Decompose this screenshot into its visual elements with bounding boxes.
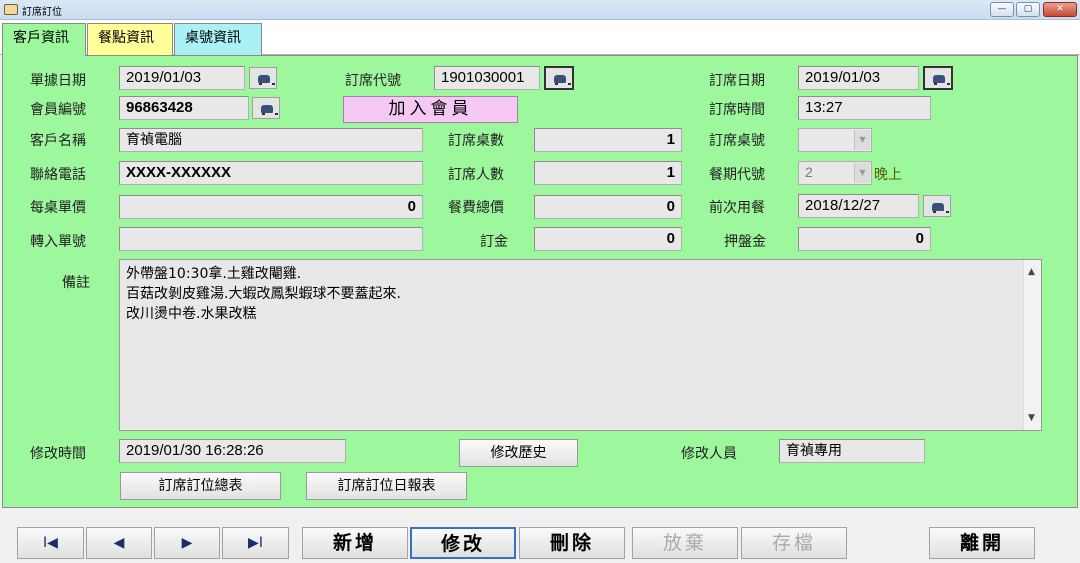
car-icon [933, 75, 950, 85]
first-icon: I◀ [43, 535, 58, 551]
exit-button[interactable]: 離開 [929, 527, 1035, 559]
minimize-button[interactable]: — [990, 2, 1014, 17]
join-member-button[interactable]: 加入會員 [343, 96, 518, 123]
deposit-field[interactable]: 0 [534, 227, 682, 251]
booking-time-label: 訂席時間 [709, 102, 765, 118]
memo-textarea[interactable]: 外帶盤10:30拿.土雞改閹雞. 百菇改剝皮雞湯.大蝦改鳳梨蝦球不要蓋起來. 改… [119, 259, 1042, 431]
table-no-label: 訂席桌號 [709, 133, 765, 149]
app-icon [4, 4, 18, 15]
save-button[interactable]: 存檔 [741, 527, 847, 559]
table-price-field[interactable]: 0 [119, 195, 423, 219]
meal-period-label: 餐期代號 [709, 167, 765, 183]
booking-date-label: 訂席日期 [709, 73, 765, 89]
booking-summary-button[interactable]: 訂席訂位總表 [120, 472, 281, 500]
prev-icon: ◀ [113, 535, 125, 551]
modified-by-field: 育禎專用 [779, 439, 925, 463]
chevron-down-icon[interactable]: ▼ [854, 130, 870, 150]
modified-by-label: 修改人員 [681, 446, 737, 462]
abandon-button[interactable]: 放棄 [632, 527, 738, 559]
tab-customer-info[interactable]: 客戶資訊 [2, 23, 86, 56]
booking-code-field[interactable]: 1901030001 [434, 66, 540, 90]
bottom-toolbar: I◀ ◀ ▶ ▶I 新增 修改 刪除 放棄 存檔 離開 [0, 508, 1080, 563]
booking-date-field[interactable]: 2019/01/03 [798, 66, 919, 90]
table-count-label: 訂席桌數 [448, 133, 504, 149]
daily-report-button[interactable]: 訂席訂位日報表 [306, 472, 467, 500]
booking-code-label: 訂席代號 [345, 73, 401, 89]
plate-deposit-field[interactable]: 0 [798, 227, 931, 251]
history-button[interactable]: 修改歷史 [459, 439, 578, 467]
doc-date-picker-button[interactable] [249, 67, 277, 89]
add-button[interactable]: 新增 [302, 527, 408, 559]
close-button[interactable]: ✕ [1043, 2, 1077, 17]
chevron-down-icon[interactable]: ▼ [854, 163, 870, 183]
customer-name-field[interactable]: 育禎電腦 [119, 128, 423, 152]
last-meal-picker-button[interactable] [923, 195, 951, 217]
modified-time-field: 2019/01/30 16:28:26 [119, 439, 346, 463]
meal-total-label: 餐費總價 [448, 200, 504, 216]
car-icon [554, 75, 571, 85]
next-record-button[interactable]: ▶ [154, 527, 220, 559]
meal-period-name: 晚上 [874, 167, 902, 183]
phone-label: 聯絡電話 [30, 167, 86, 183]
meal-total-field[interactable]: 0 [534, 195, 682, 219]
memo-scrollbar[interactable]: ▲ ▼ [1023, 260, 1041, 430]
guest-count-field[interactable]: 1 [534, 161, 682, 185]
table-count-field[interactable]: 1 [534, 128, 682, 152]
table-price-label: 每桌單價 [30, 200, 86, 216]
last-record-button[interactable]: ▶I [222, 527, 289, 559]
deposit-label: 訂金 [480, 234, 508, 250]
memo-line: 改川燙中卷.水果改糕 [126, 306, 257, 322]
transfer-no-label: 轉入單號 [30, 234, 86, 250]
doc-date-label: 單據日期 [30, 73, 86, 89]
memo-line: 百菇改剝皮雞湯.大蝦改鳳梨蝦球不要蓋起來. [126, 286, 401, 302]
tab-strip: 客戶資訊 餐點資訊 桌號資訊 [0, 20, 1080, 56]
phone-field[interactable]: XXXX-XXXXXX [119, 161, 423, 185]
maximize-button[interactable]: ▢ [1016, 2, 1040, 17]
plate-deposit-label: 押盤金 [724, 234, 766, 250]
delete-button[interactable]: 刪除 [519, 527, 625, 559]
prev-record-button[interactable]: ◀ [86, 527, 152, 559]
doc-date-field[interactable]: 2019/01/03 [119, 66, 245, 90]
memo-line: 外帶盤10:30拿.土雞改閹雞. [126, 266, 302, 282]
edit-button[interactable]: 修改 [410, 527, 516, 559]
customer-name-label: 客戶名稱 [30, 133, 86, 149]
last-meal-label: 前次用餐 [709, 200, 765, 216]
next-icon: ▶ [181, 535, 193, 551]
car-icon [932, 203, 949, 213]
first-record-button[interactable]: I◀ [17, 527, 84, 559]
car-icon [258, 75, 275, 85]
meal-period-value: 2 [805, 164, 813, 180]
tab-meal-info[interactable]: 餐點資訊 [87, 23, 173, 55]
booking-time-field[interactable]: 13:27 [798, 96, 931, 120]
last-icon: ▶I [248, 535, 263, 551]
transfer-no-field[interactable] [119, 227, 423, 251]
chevron-up-icon[interactable]: ▲ [1028, 262, 1035, 282]
window-title: 訂席訂位 [22, 7, 62, 18]
title-bar: 訂席訂位 — ▢ ✕ [0, 0, 1080, 20]
chevron-down-icon[interactable]: ▼ [1028, 408, 1035, 428]
booking-date-picker-button[interactable] [923, 66, 953, 90]
table-no-dropdown[interactable]: ▼ [798, 128, 872, 152]
last-meal-field[interactable]: 2018/12/27 [798, 194, 919, 218]
memo-label: 備註 [62, 275, 90, 291]
modified-time-label: 修改時間 [30, 446, 86, 462]
car-icon [261, 105, 278, 115]
member-no-field[interactable]: 96863428 [119, 96, 249, 120]
member-no-label: 會員編號 [30, 102, 86, 118]
booking-code-lookup-button[interactable] [544, 66, 574, 90]
member-lookup-button[interactable] [252, 97, 280, 119]
tab-table-info[interactable]: 桌號資訊 [174, 23, 262, 55]
meal-period-dropdown[interactable]: 2 ▼ [798, 161, 872, 185]
guest-count-label: 訂席人數 [448, 167, 504, 183]
